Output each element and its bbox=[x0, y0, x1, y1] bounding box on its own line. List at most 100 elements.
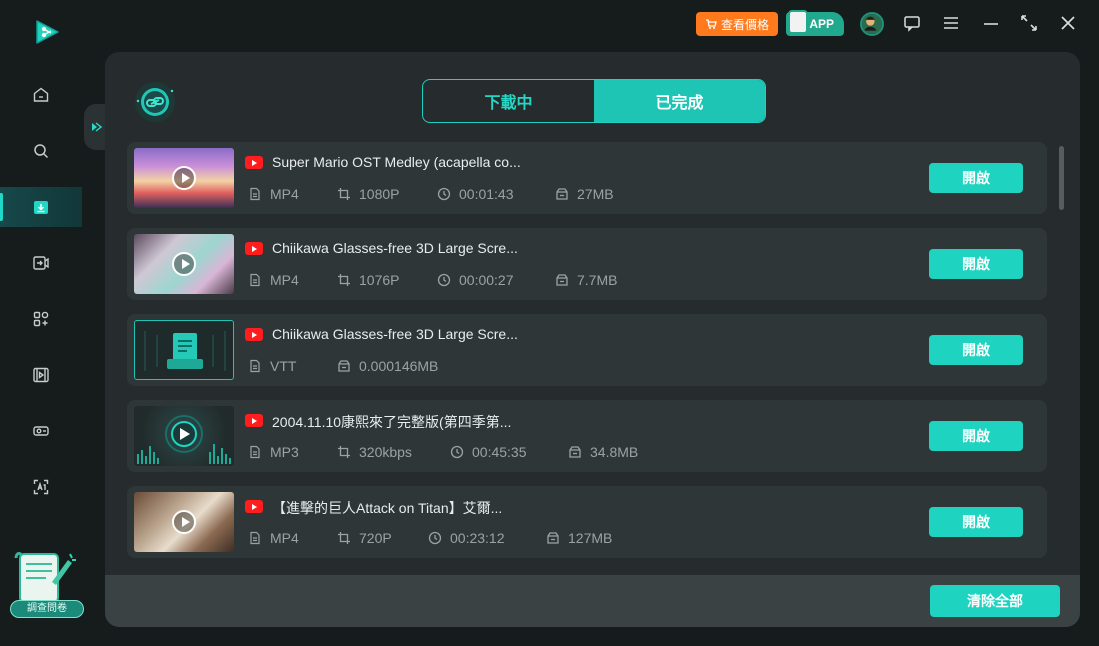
download-icon bbox=[34, 201, 48, 214]
feedback-icon[interactable] bbox=[903, 14, 921, 32]
play-icon[interactable] bbox=[172, 166, 196, 190]
size-meta: 7.7MB bbox=[555, 272, 617, 288]
maximize-icon[interactable] bbox=[1020, 14, 1038, 32]
item-size: 34.8MB bbox=[590, 444, 639, 460]
duration-meta: 00:00:27 bbox=[437, 272, 514, 288]
youtube-icon bbox=[245, 500, 263, 513]
play-icon[interactable] bbox=[172, 252, 196, 276]
search-icon bbox=[34, 144, 49, 159]
clock-icon bbox=[437, 187, 451, 201]
item-format: MP4 bbox=[270, 530, 299, 546]
scrollbar[interactable] bbox=[1059, 146, 1064, 210]
play-icon[interactable] bbox=[172, 510, 196, 534]
storage-icon bbox=[547, 532, 559, 544]
size-meta: 127MB bbox=[546, 530, 612, 546]
view-price-label: 查看價格 bbox=[720, 17, 769, 32]
item-format: MP3 bbox=[270, 444, 299, 460]
sidebar-item-video-convert[interactable] bbox=[0, 243, 82, 283]
sidebar-item-download[interactable] bbox=[0, 187, 82, 227]
status-tabs: 下載中 已完成 bbox=[422, 79, 766, 123]
survey-label[interactable]: 調查問卷 bbox=[10, 600, 84, 618]
item-duration: 00:01:43 bbox=[459, 186, 514, 202]
open-button[interactable]: 開啟 bbox=[929, 249, 1023, 279]
list-item: 【進擊的巨人Attack on Titan】艾爾... MP4 720P 00:… bbox=[127, 486, 1047, 558]
sidebar-item-toolbox[interactable] bbox=[0, 299, 82, 339]
item-quality: 1080P bbox=[359, 186, 400, 202]
storage-icon bbox=[556, 274, 568, 286]
open-button[interactable]: 開啟 bbox=[929, 421, 1023, 451]
youtube-icon bbox=[245, 328, 263, 341]
sidebar-item-recorder[interactable] bbox=[0, 411, 82, 451]
crop-icon bbox=[338, 274, 350, 286]
item-duration: 00:23:12 bbox=[450, 530, 505, 546]
video-thumbnail[interactable] bbox=[134, 234, 234, 294]
video-convert-icon bbox=[33, 256, 49, 270]
item-size: 27MB bbox=[577, 186, 614, 202]
open-button[interactable]: 開啟 bbox=[929, 335, 1023, 365]
audio-thumbnail[interactable] bbox=[134, 406, 234, 466]
tab-downloading[interactable]: 下載中 bbox=[423, 80, 594, 122]
item-duration: 00:00:27 bbox=[459, 272, 514, 288]
resolution-meta: 1076P bbox=[337, 272, 399, 288]
format-meta: MP4 bbox=[248, 530, 299, 546]
duration-meta: 00:45:35 bbox=[450, 444, 527, 460]
sidebar-item-home[interactable] bbox=[0, 75, 82, 115]
duration-meta: 00:23:12 bbox=[428, 530, 505, 546]
item-size: 7.7MB bbox=[577, 272, 618, 288]
close-icon[interactable] bbox=[1059, 14, 1077, 32]
clock-icon bbox=[437, 273, 451, 287]
resolution-meta: 1080P bbox=[337, 186, 399, 202]
item-title: Chiikawa Glasses-free 3D Large Scre... bbox=[272, 326, 518, 342]
view-price-button[interactable]: 查看價格 bbox=[696, 12, 778, 36]
format-meta: MP3 bbox=[248, 444, 299, 460]
minimize-icon[interactable] bbox=[982, 14, 1000, 32]
item-size: 127MB bbox=[568, 530, 613, 546]
sidebar-item-text-recognition[interactable] bbox=[0, 467, 82, 507]
format-meta: VTT bbox=[248, 358, 296, 374]
size-meta: 0.000146MB bbox=[337, 358, 438, 374]
double-chevron-right-icon bbox=[92, 122, 102, 132]
item-size: 0.000146MB bbox=[359, 358, 439, 374]
item-quality: 320kbps bbox=[359, 444, 412, 460]
downloads-panel: 下載中 已完成 Super Mario OST Medley (acapella… bbox=[105, 52, 1080, 627]
subtitle-thumbnail[interactable] bbox=[134, 320, 234, 380]
storage-icon bbox=[338, 360, 350, 372]
item-title: 2004.11.10康熙來了完整版(第四季第... bbox=[272, 414, 512, 430]
item-format: VTT bbox=[270, 358, 297, 374]
app-label: APP bbox=[809, 17, 834, 31]
size-meta: 27MB bbox=[555, 186, 614, 202]
video-thumbnail[interactable] bbox=[134, 492, 234, 552]
tab-completed[interactable]: 已完成 bbox=[594, 80, 765, 122]
list-item: Chiikawa Glasses-free 3D Large Scre... V… bbox=[127, 314, 1047, 386]
link-icon bbox=[132, 79, 178, 125]
footer-bar: 清除全部 bbox=[105, 575, 1080, 627]
crop-icon bbox=[338, 188, 350, 200]
duration-meta: 00:01:43 bbox=[437, 186, 514, 202]
item-format: MP4 bbox=[270, 186, 299, 202]
video-edit-icon bbox=[33, 367, 49, 383]
list-item: Chiikawa Glasses-free 3D Large Scre... M… bbox=[127, 228, 1047, 300]
clock-icon bbox=[428, 531, 442, 545]
item-title: Chiikawa Glasses-free 3D Large Scre... bbox=[272, 240, 518, 256]
sidebar-item-search[interactable] bbox=[0, 131, 82, 171]
file-icon bbox=[250, 187, 260, 201]
open-button[interactable]: 開啟 bbox=[929, 163, 1023, 193]
toolbox-icon bbox=[33, 311, 49, 327]
clear-all-button[interactable]: 清除全部 bbox=[930, 585, 1060, 617]
video-thumbnail[interactable] bbox=[134, 148, 234, 208]
crop-icon bbox=[338, 532, 350, 544]
menu-icon[interactable] bbox=[942, 14, 960, 32]
item-quality: 720P bbox=[359, 530, 392, 546]
format-meta: MP4 bbox=[248, 186, 299, 202]
app-button[interactable]: APP bbox=[786, 10, 844, 36]
open-button[interactable]: 開啟 bbox=[929, 507, 1023, 537]
file-icon bbox=[250, 531, 260, 545]
file-icon bbox=[250, 445, 260, 459]
mobile-app-icon bbox=[788, 10, 808, 34]
clock-icon bbox=[450, 445, 464, 459]
item-duration: 00:45:35 bbox=[472, 444, 527, 460]
sidebar-item-video-edit[interactable] bbox=[0, 355, 82, 395]
text-recognition-icon bbox=[33, 479, 49, 495]
cart-icon bbox=[705, 19, 717, 29]
avatar[interactable] bbox=[860, 12, 884, 36]
